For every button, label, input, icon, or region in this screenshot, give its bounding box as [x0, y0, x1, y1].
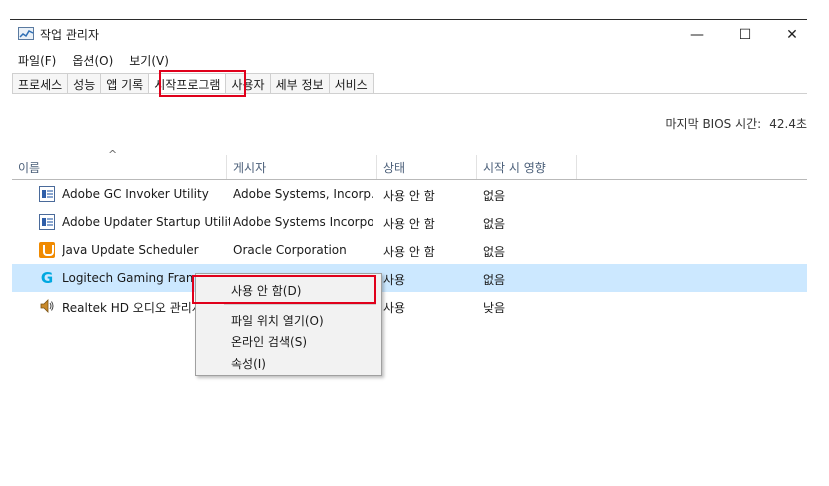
- task-manager-icon: [18, 27, 34, 40]
- disable-item-highlight-box: [192, 275, 376, 304]
- tab-divider: [12, 93, 807, 94]
- row-impact: 없음: [483, 245, 506, 259]
- window-app-icon: [39, 186, 55, 202]
- row-publisher: Adobe Systems Incorpo...: [233, 215, 373, 229]
- tab-app-history[interactable]: 앱 기록: [100, 73, 149, 94]
- bios-time-label: 마지막 BIOS 시간:: [665, 117, 762, 131]
- row-status: 사용: [383, 301, 406, 315]
- maximize-button[interactable]: ☐: [730, 24, 760, 46]
- row-impact: 없음: [483, 273, 506, 287]
- column-header-publisher[interactable]: 게시자: [227, 155, 377, 179]
- context-menu-properties[interactable]: 속성(I): [231, 355, 266, 372]
- startup-list: Adobe GC Invoker Utility Adobe Systems, …: [12, 180, 807, 320]
- menu-view[interactable]: 보기(V): [121, 50, 177, 70]
- row-status: 사용 안 함: [383, 189, 435, 203]
- column-header-impact[interactable]: 시작 시 영향: [477, 155, 577, 179]
- row-status: 사용 안 함: [383, 217, 435, 231]
- table-row[interactable]: Java Update Scheduler Oracle Corporation…: [12, 236, 807, 264]
- table-row[interactable]: Realtek HD 오디오 관리자 사용 낮음: [12, 292, 807, 320]
- column-header-status[interactable]: 상태: [377, 155, 477, 179]
- startup-tab-highlight-box: [159, 70, 246, 97]
- menu-bar: 파일(F) 옵션(O) 보기(V): [10, 50, 177, 70]
- row-impact: 없음: [483, 189, 506, 203]
- speaker-icon: [39, 298, 55, 314]
- window-app-icon: [39, 214, 55, 230]
- row-name: Adobe Updater Startup Utility: [62, 215, 230, 229]
- tab-details[interactable]: 세부 정보: [269, 73, 329, 94]
- minimize-button[interactable]: —: [682, 24, 712, 46]
- tab-performance[interactable]: 성능: [67, 73, 101, 94]
- tab-processes[interactable]: 프로세스: [12, 73, 68, 94]
- context-menu-separator: [224, 304, 376, 305]
- menu-options[interactable]: 옵션(O): [64, 50, 121, 70]
- column-header-name[interactable]: 이름: [12, 155, 227, 179]
- menu-file[interactable]: 파일(F): [10, 50, 64, 70]
- table-row[interactable]: Adobe Updater Startup Utility Adobe Syst…: [12, 208, 807, 236]
- row-impact: 낮음: [483, 301, 506, 315]
- row-name: Adobe GC Invoker Utility: [62, 187, 209, 201]
- column-header-row: 이름 게시자 상태 시작 시 영향: [12, 155, 807, 180]
- table-row[interactable]: Adobe GC Invoker Utility Adobe Systems, …: [12, 180, 807, 208]
- row-impact: 없음: [483, 217, 506, 231]
- bios-time-value: 42.4초: [769, 117, 807, 131]
- java-icon: [39, 242, 55, 258]
- close-button[interactable]: ✕: [777, 24, 807, 46]
- row-status: 사용: [383, 273, 406, 287]
- logitech-icon: G: [40, 270, 54, 286]
- title-bar[interactable]: 작업 관리자 — ☐ ✕: [10, 20, 807, 48]
- context-menu-open-file-location[interactable]: 파일 위치 열기(O): [231, 312, 324, 329]
- window-title: 작업 관리자: [40, 28, 100, 42]
- tab-services[interactable]: 서비스: [328, 73, 374, 94]
- bios-time: 마지막 BIOS 시간: 42.4초: [666, 115, 807, 132]
- row-publisher: Adobe Systems, Incorp...: [233, 187, 373, 201]
- row-name: Java Update Scheduler: [62, 243, 199, 257]
- context-menu-search-online[interactable]: 온라인 검색(S): [231, 333, 307, 350]
- table-row-selected[interactable]: G Logitech Gaming Framew 사용 없음: [12, 264, 807, 292]
- row-publisher: Oracle Corporation: [233, 243, 347, 257]
- row-status: 사용 안 함: [383, 245, 435, 259]
